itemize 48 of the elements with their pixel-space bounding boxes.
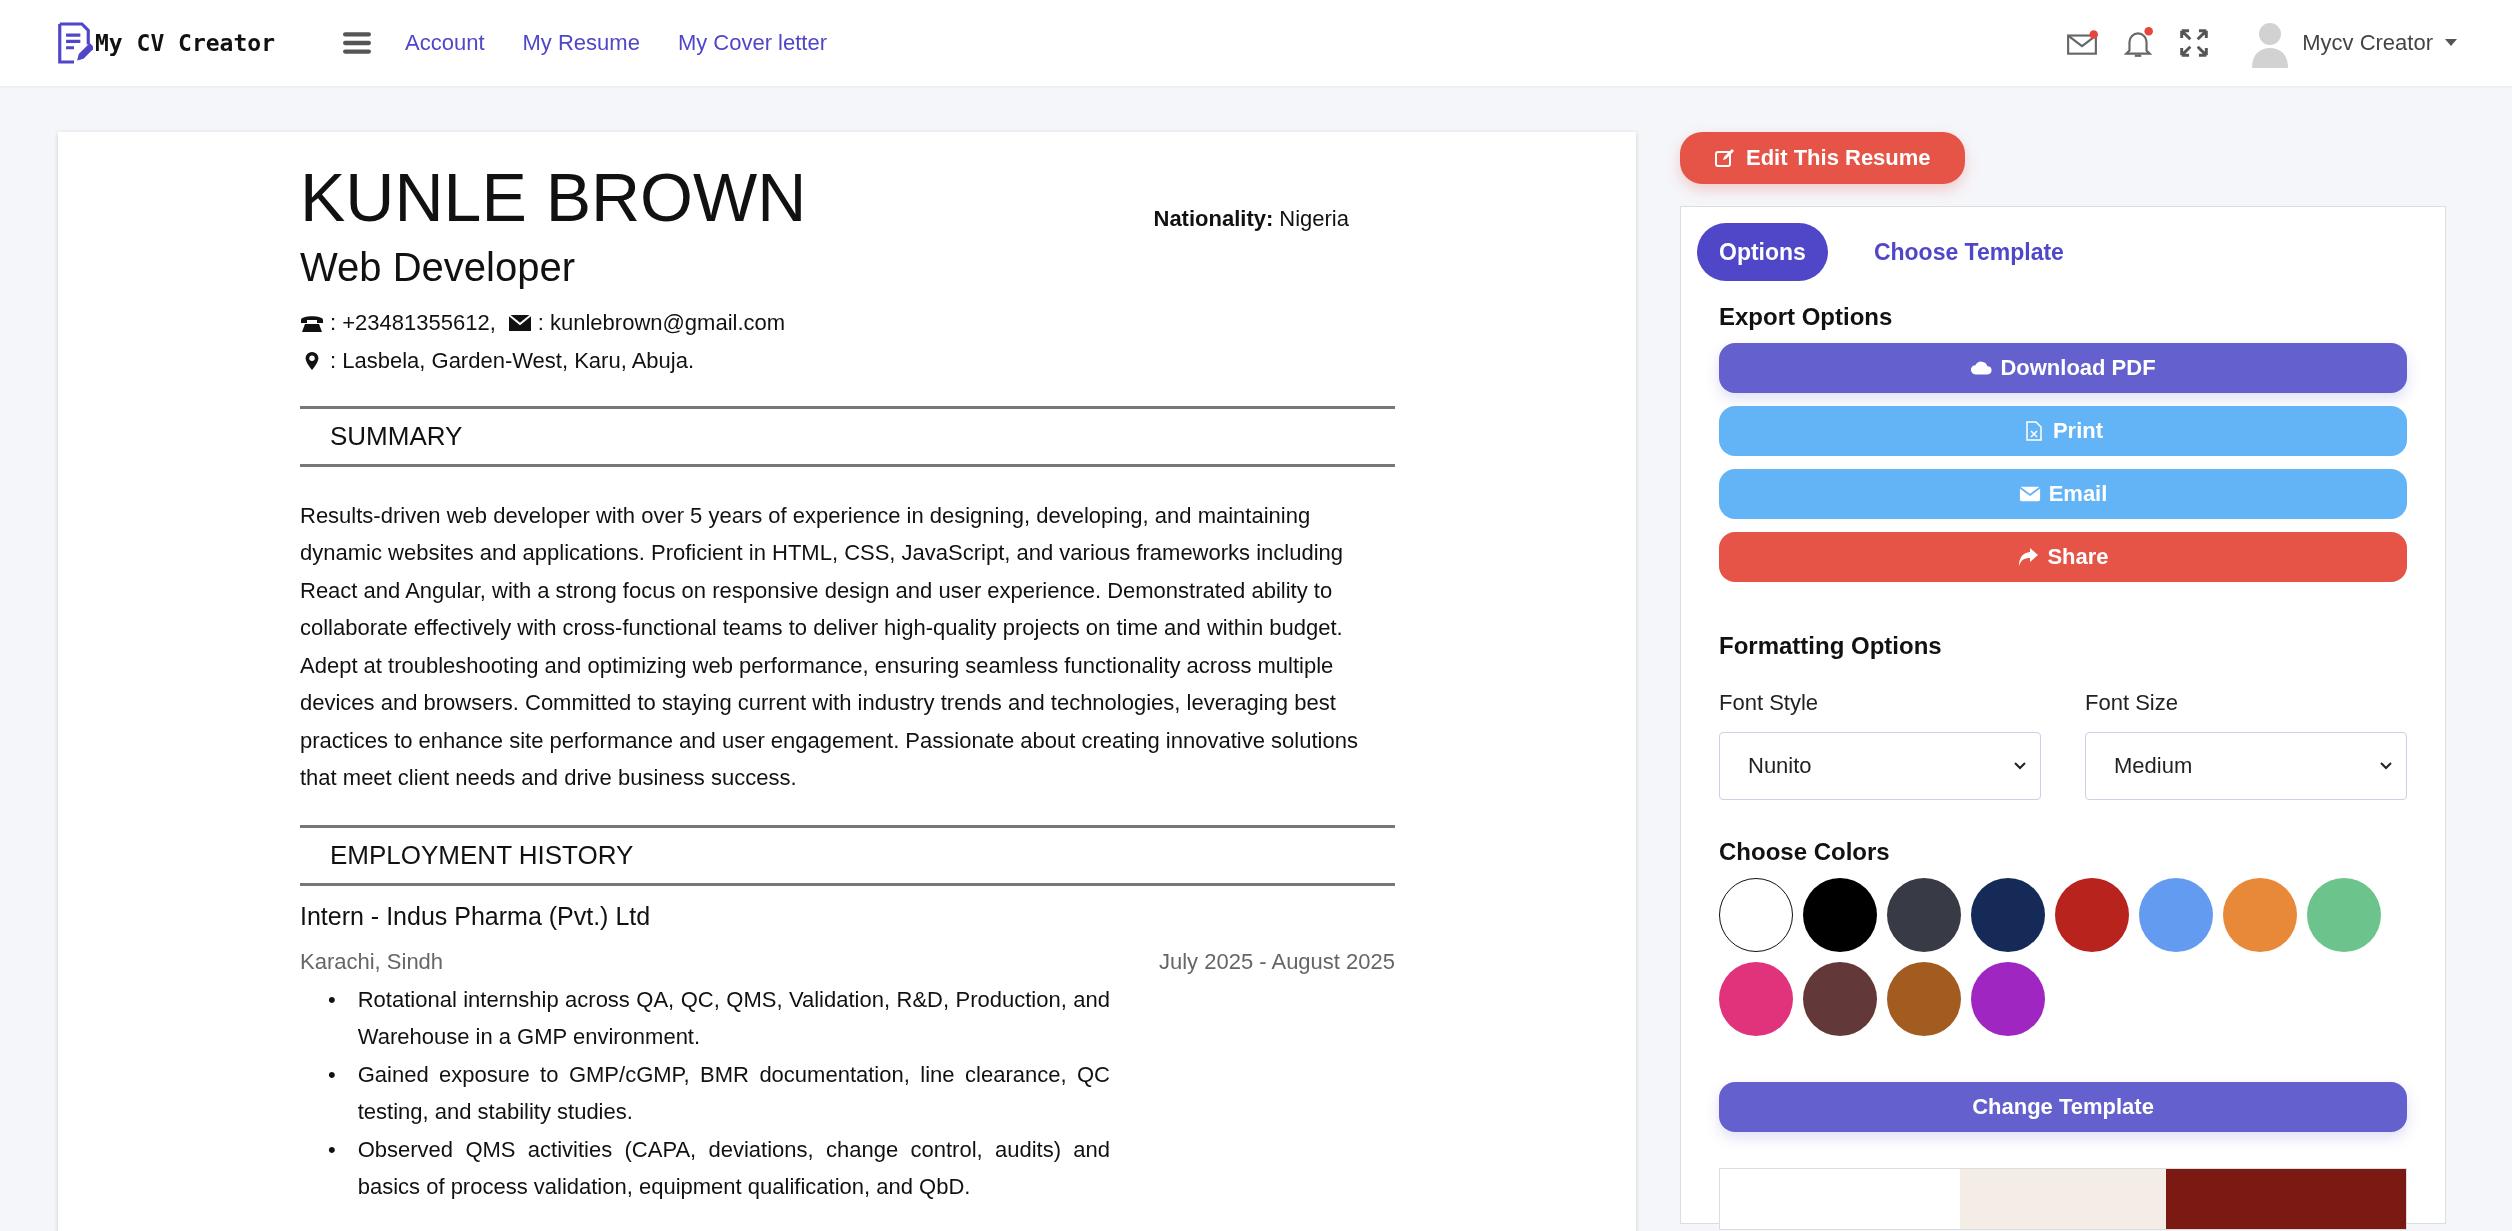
document-pen-icon [55, 20, 93, 66]
resume-name: KUNLE BROWN [300, 160, 807, 235]
nav-link[interactable]: My Resume [522, 30, 640, 56]
bullet-marker: • [328, 1135, 336, 1164]
nationality-value: Nigeria [1279, 206, 1349, 231]
nav-link[interactable]: Account [405, 30, 485, 56]
address: : Lasbela, Garden-West, Karu, Abuja. [330, 347, 695, 374]
font-size-select[interactable]: Medium [2085, 732, 2407, 800]
formatting-heading: Formatting Options [1719, 632, 1943, 660]
chevron-down-icon [2380, 762, 2392, 770]
bullet-marker: • [328, 1060, 336, 1089]
chevron-down-icon [2014, 762, 2026, 770]
edit-resume-button[interactable]: Edit This Resume [1680, 132, 1965, 184]
job-duty: Rotational internship across QA, QC, QMS, Validation, R&D, Production, and Warehouse in a GMP environment. [357, 985, 1110, 1052]
edit-icon [1714, 148, 1736, 168]
envelope-icon [2018, 484, 2041, 504]
field-label: Font Size [2085, 690, 2179, 716]
change-template-button[interactable]: Change Template [1719, 1082, 2407, 1132]
section-heading: SUMMARY [300, 405, 1395, 467]
job-title: Web Developer [300, 244, 576, 290]
bell-icon[interactable] [2122, 27, 2155, 59]
phone-number: : +23481355612, [330, 309, 496, 336]
font-style-select[interactable]: Nunito [1719, 732, 2041, 800]
panel-tab[interactable]: Choose Template [1851, 223, 2086, 281]
colors-heading: Choose Colors [1719, 838, 1891, 866]
bullet-marker: • [328, 985, 336, 1014]
job-location: Karachi, Sindh [300, 948, 444, 975]
job-position: Intern - Indus Pharma (Pvt.) Ltd [300, 901, 652, 931]
share-arrow-icon [2017, 547, 2040, 567]
job-duty: Observed QMS activities (CAPA, deviations, change control, audits) and basics of process validation, equipment qualification, and QbD. [357, 1135, 1110, 1202]
summary-paragraph: Results-driven web developer with over 5 years of experience in designing, developing, and maintaining dynamic websites and applications. Proficient in HTML, CSS, JavaScript, and various frameworks including React and Angular, with a strong focus on responsive design and user experience. Demonstrated ability to collaborate effectively with cross-functional teams to deliver high-quality projects on time and within budget. Adept at troubleshooting and optimizing web performance, ensuring seamless functionality across multiple devices and browsers. Committed to staying current with industry trends and technologies, leveraging best practices to enhance site performance and user engagement. Passionate about creating innovative solutions that meet client needs and drive business success. [300, 501, 1359, 793]
nav-link[interactable]: My Cover letter [677, 30, 828, 56]
panel-tab[interactable]: Options [1697, 223, 1828, 281]
job-duty: Gained exposure to GMP/cGMP, BMR documentation, line clearance, QC testing, and stability studies. [357, 1060, 1110, 1127]
envelope-icon [507, 312, 532, 333]
export-heading: Export Options [1719, 303, 1894, 331]
nationality-label: Nationality: [1153, 206, 1274, 231]
field-label: Font Style [1719, 690, 1820, 716]
logo-text[interactable]: My CV Creator [95, 30, 275, 56]
caret-icon[interactable] [2445, 39, 2457, 47]
user-name[interactable]: Mycv Creator [2302, 30, 2433, 56]
email-address: : kunlebrown@gmail.com [537, 309, 786, 336]
menu-icon[interactable] [343, 31, 371, 55]
pdf-button[interactable]: Download PDF [1719, 343, 2407, 393]
fullscreen-icon[interactable] [2178, 27, 2211, 59]
share-button[interactable]: Share [1719, 532, 2407, 582]
job-dates: July 2025 - August 2025 [1158, 948, 1395, 975]
section-heading: EMPLOYMENT HISTORY [300, 824, 1395, 886]
